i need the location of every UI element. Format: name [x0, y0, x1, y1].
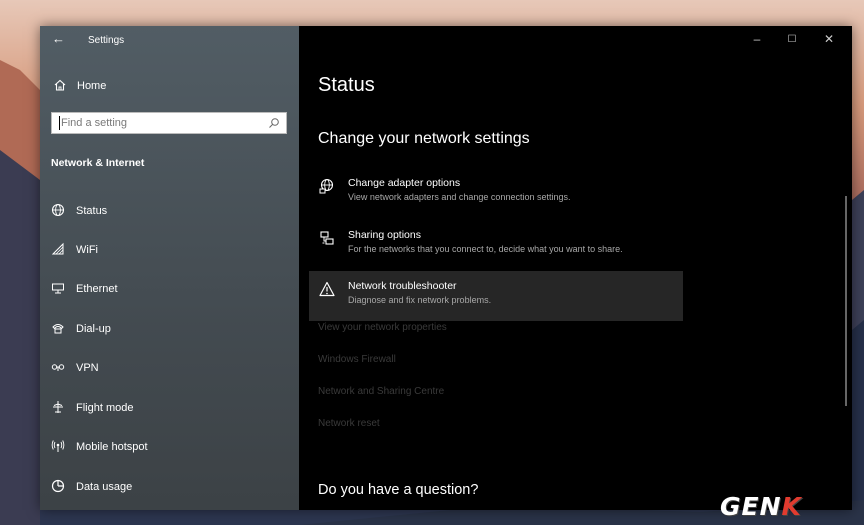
- home-nav-item[interactable]: Home: [40, 74, 299, 98]
- genk-watermark-logo: GENK: [712, 492, 862, 522]
- sidebar-item-label: Mobile hotspot: [76, 441, 148, 453]
- sidebar-item-status[interactable]: Status: [40, 196, 299, 224]
- option-title: Network troubleshooter: [348, 280, 457, 292]
- sharing-options[interactable]: Sharing options For the networks that yo…: [309, 220, 683, 270]
- sidebar-item-label: Ethernet: [76, 283, 118, 295]
- sidebar-item-vpn[interactable]: VPN: [40, 353, 299, 381]
- network-reset-link[interactable]: Network reset: [318, 418, 380, 429]
- network-troubleshooter[interactable]: Network troubleshooter Diagnose and fix …: [309, 271, 683, 321]
- page-title: Status: [318, 74, 375, 96]
- sidebar-section-title: Network & Internet: [51, 157, 145, 169]
- maximize-button[interactable]: ☐: [782, 34, 802, 45]
- settings-window: ← Settings Home Network & Internet: [40, 26, 852, 510]
- main-content: – ☐ ✕ Status Change your network setting…: [299, 26, 852, 510]
- section-title: Change your network settings: [318, 130, 530, 147]
- watermark-accent: K: [781, 492, 802, 521]
- sidebar-item-data-usage[interactable]: Data usage: [40, 472, 299, 500]
- adapter-icon: [319, 178, 334, 194]
- back-arrow-icon[interactable]: ←: [52, 31, 65, 46]
- dial-up-icon: [52, 324, 64, 334]
- sharing-icon: [320, 231, 334, 245]
- sidebar-item-label: WiFi: [76, 244, 98, 256]
- sidebar-item-wifi[interactable]: WiFi: [40, 235, 299, 263]
- minimize-button[interactable]: –: [747, 32, 767, 46]
- sidebar-item-mobile-hotspot[interactable]: Mobile hotspot: [40, 432, 299, 460]
- network-sharing-centre-link[interactable]: Network and Sharing Centre: [318, 386, 444, 397]
- vpn-icon: [51, 364, 65, 371]
- close-button[interactable]: ✕: [819, 32, 839, 46]
- home-label: Home: [77, 80, 107, 92]
- sidebar-item-label: Dial-up: [76, 323, 111, 335]
- search-input[interactable]: [52, 113, 262, 133]
- scrollbar[interactable]: [845, 196, 847, 406]
- hotspot-icon: [51, 440, 65, 452]
- sidebar-item-label: VPN: [76, 362, 99, 374]
- search-icon[interactable]: [268, 117, 280, 129]
- sidebar-item-label: Data usage: [76, 481, 133, 493]
- warning-icon: [319, 281, 335, 297]
- option-title: Sharing options: [348, 229, 421, 241]
- view-network-properties-link[interactable]: View your network properties: [318, 322, 447, 333]
- title-bar: ← Settings: [40, 26, 299, 56]
- watermark-text: GEN: [720, 492, 782, 521]
- ethernet-icon: [52, 283, 64, 294]
- home-icon: [54, 79, 66, 91]
- sidebar: ← Settings Home Network & Internet: [40, 26, 299, 510]
- sidebar-item-label: Status: [76, 205, 108, 217]
- sidebar-item-label: Flight mode: [76, 402, 134, 414]
- sidebar-item-ethernet[interactable]: Ethernet: [40, 274, 299, 302]
- airplane-icon: [53, 401, 63, 413]
- app-title: Settings: [88, 35, 125, 46]
- windows-firewall-link[interactable]: Windows Firewall: [318, 354, 396, 365]
- option-description: For the networks that you connect to, de…: [348, 244, 623, 254]
- option-description: View network adapters and change connect…: [348, 192, 571, 202]
- data-usage-icon: [51, 479, 65, 493]
- option-title: Change adapter options: [348, 177, 461, 189]
- option-description: Diagnose and fix network problems.: [348, 295, 492, 305]
- status-globe-icon: [51, 203, 65, 217]
- search-box[interactable]: [51, 112, 287, 134]
- sidebar-item-dial-up[interactable]: Dial-up: [40, 314, 299, 342]
- wifi-icon: [51, 242, 64, 255]
- sidebar-item-flight-mode[interactable]: Flight mode: [40, 393, 299, 421]
- help-question-heading: Do you have a question?: [318, 482, 479, 498]
- change-adapter-options[interactable]: Change adapter options View network adap…: [309, 168, 683, 218]
